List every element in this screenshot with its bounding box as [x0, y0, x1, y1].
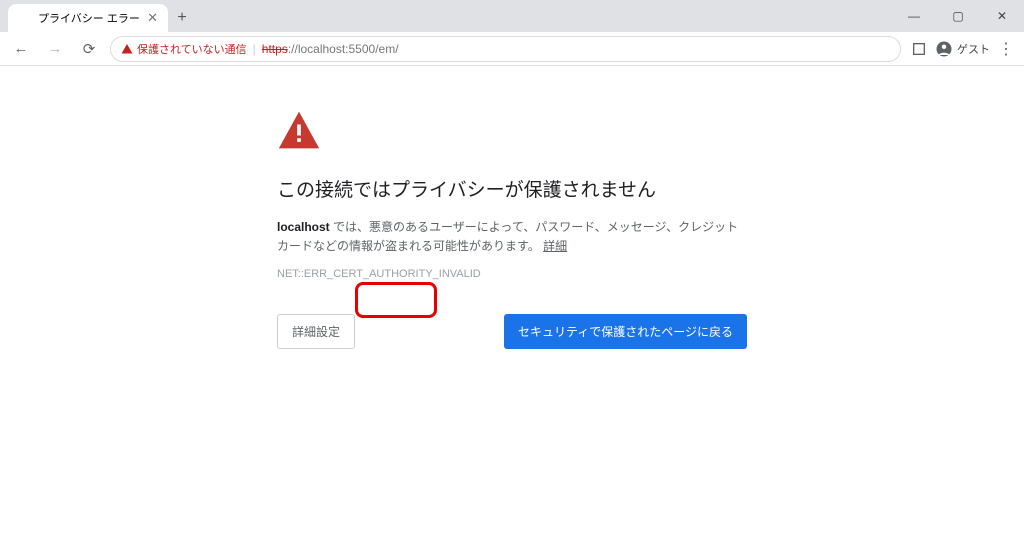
close-tab-icon[interactable]: ✕ [147, 10, 158, 26]
page-content: この接続ではプライバシーが保護されません localhost では、悪意のあるユ… [0, 66, 1024, 349]
profile-chip[interactable]: ゲスト [935, 40, 990, 58]
not-secure-badge[interactable]: 保護されていない通信 [121, 41, 247, 57]
minimize-button[interactable]: — [892, 0, 936, 32]
toolbar: ← → ⟳ 保護されていない通信 | https://localhost:550… [0, 32, 1024, 66]
titlebar: プライバシー エラー ✕ + — ▢ ✕ [0, 0, 1024, 32]
window-controls: — ▢ ✕ [892, 0, 1024, 32]
forward-button[interactable]: → [42, 36, 68, 62]
reload-button[interactable]: ⟳ [76, 36, 102, 62]
kebab-menu-icon[interactable]: ⋮ [996, 39, 1016, 59]
tab-title: プライバシー エラー [38, 10, 140, 26]
close-window-button[interactable]: ✕ [980, 0, 1024, 32]
warning-triangle-icon [121, 43, 133, 55]
error-code: NET::ERR_CERT_AUTHORITY_INVALID [277, 268, 747, 280]
toolbar-right: ゲスト ⋮ [909, 39, 1016, 59]
back-to-safety-button[interactable]: セキュリティで保護されたページに戻る [504, 314, 747, 349]
back-button[interactable]: ← [8, 36, 34, 62]
maximize-button[interactable]: ▢ [936, 0, 980, 32]
url-bar[interactable]: 保護されていない通信 | https://localhost:5500/em/ [110, 36, 901, 62]
person-icon [935, 40, 953, 58]
learn-more-link[interactable]: 詳細 [543, 239, 567, 253]
warning-triangle-icon [277, 108, 321, 152]
error-panel: この接続ではプライバシーが保護されません localhost では、悪意のあるユ… [277, 108, 747, 349]
tab-favicon [18, 11, 32, 25]
error-description: localhost では、悪意のあるユーザーによって、パスワード、メッセージ、ク… [277, 218, 747, 256]
button-row: 詳細設定 セキュリティで保護されたページに戻る [277, 314, 747, 349]
advanced-button[interactable]: 詳細設定 [277, 314, 355, 349]
browser-tab[interactable]: プライバシー エラー ✕ [8, 4, 168, 32]
page-title: この接続ではプライバシーが保護されません [277, 175, 747, 202]
new-tab-button[interactable]: + [168, 4, 196, 32]
url-text: https://localhost:5500/em/ [262, 42, 399, 56]
not-secure-label: 保護されていない通信 [137, 41, 247, 57]
guest-label: ゲスト [957, 41, 990, 57]
install-icon[interactable] [909, 39, 929, 59]
